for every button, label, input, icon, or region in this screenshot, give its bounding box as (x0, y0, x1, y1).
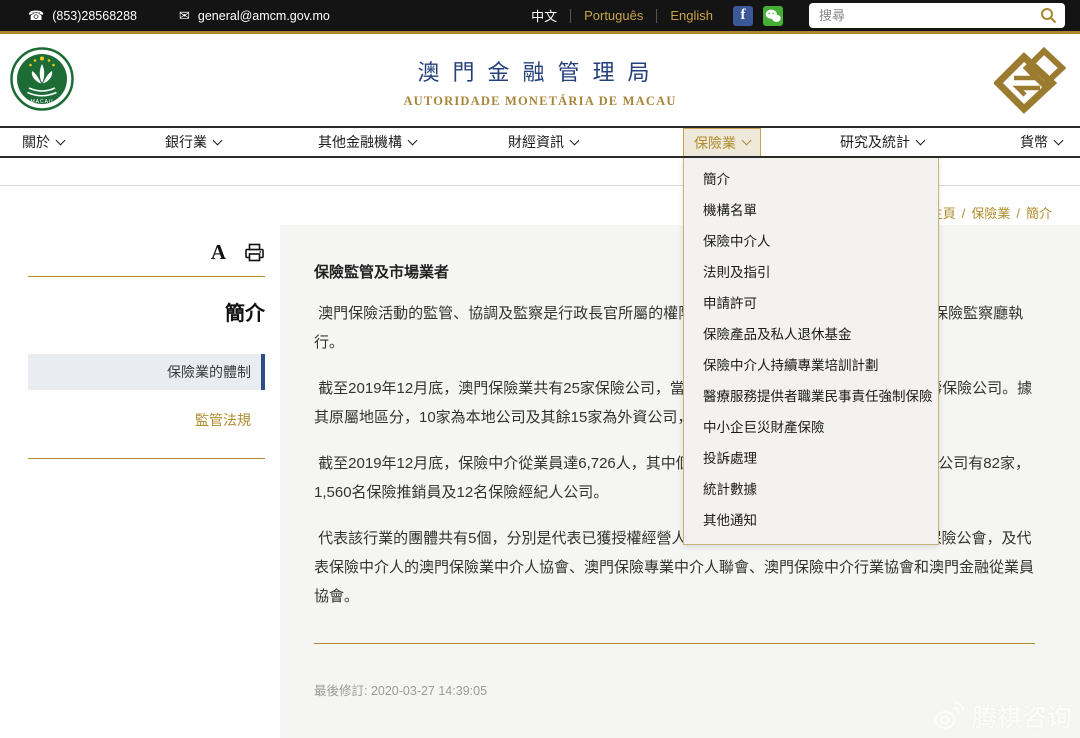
sidebar-divider-bottom (28, 458, 265, 459)
search-box (809, 3, 1065, 28)
wechat-icon[interactable] (763, 6, 783, 26)
nav-label: 關於 (22, 132, 50, 152)
nav-label: 貨幣 (1020, 132, 1048, 152)
dropdown-item-institution-list[interactable]: 機構名單 (684, 195, 938, 226)
email-address[interactable]: general@amcm.gov.mo (198, 9, 330, 23)
breadcrumb-insurance[interactable]: 保險業 (971, 206, 1010, 221)
top-utility-bar: ☎ (853)28568288 ✉ general@amcm.gov.mo 中文… (0, 0, 1080, 34)
search-input[interactable] (809, 8, 1040, 23)
chevron-down-icon (213, 135, 223, 145)
sidebar: A 簡介 保險業的體制 監管法規 (28, 238, 265, 459)
content-divider (314, 643, 1035, 644)
dropdown-item-cpd-program[interactable]: 保險中介人持續專業培訓計劃 (684, 350, 938, 381)
chevron-down-icon (742, 136, 752, 146)
chevron-down-icon (56, 135, 66, 145)
nav-item-other-financial-institutions[interactable]: 其他金融機構 (318, 128, 416, 156)
dropdown-item-rules-guidelines[interactable]: 法則及指引 (684, 257, 938, 288)
site-title-portuguese: AUTORIDADE MONETÁRIA DE MACAU (0, 94, 1080, 109)
chevron-down-icon (570, 135, 580, 145)
wechat-bubbles (765, 9, 781, 23)
site-titles: 澳門金融管理局 AUTORIDADE MONETÁRIA DE MACAU (0, 55, 1080, 109)
sidebar-item-regulations[interactable]: 監管法規 (28, 410, 265, 430)
nav-item-insurance[interactable]: 保險業 (683, 128, 761, 156)
lang-english[interactable]: English (670, 8, 713, 23)
dropdown-item-intermediaries[interactable]: 保險中介人 (684, 226, 938, 257)
breadcrumb-current: 簡介 (1026, 206, 1052, 221)
dropdown-item-complaints[interactable]: 投訴處理 (684, 443, 938, 474)
divider (656, 9, 657, 23)
nav-label: 財經資訊 (508, 132, 564, 152)
divider (570, 9, 571, 23)
nav-label: 銀行業 (165, 132, 207, 152)
lang-portuguese[interactable]: Português (584, 8, 643, 23)
dropdown-item-products-pension[interactable]: 保險產品及私人退休基金 (684, 319, 938, 350)
phone-contact: ☎ (853)28568288 (28, 9, 137, 23)
sidebar-section-title: 簡介 (28, 297, 265, 326)
dropdown-item-medical-liability-insurance[interactable]: 醫療服務提供者職業民事責任強制保險 (684, 381, 938, 412)
nav-item-about[interactable]: 關於 (22, 128, 64, 156)
phone-icon: ☎ (28, 9, 44, 22)
breadcrumb-separator: / (962, 206, 966, 221)
nav-label: 研究及統計 (840, 132, 910, 152)
dropdown-item-intro[interactable]: 簡介 (684, 164, 938, 195)
lang-chinese[interactable]: 中文 (531, 6, 557, 25)
dropdown-item-other-notices[interactable]: 其他通知 (684, 505, 938, 536)
page: ☎ (853)28568288 ✉ general@amcm.gov.mo 中文… (0, 0, 1080, 738)
watermark-text: 腾祺咨询 (972, 698, 1072, 734)
breadcrumb: 主頁/保險業/簡介 (930, 203, 1052, 222)
nav-item-currency[interactable]: 貨幣 (1020, 128, 1062, 156)
dropdown-item-sme-catastrophe-insurance[interactable]: 中小企巨災財產保險 (684, 412, 938, 443)
phone-number: (853)28568288 (52, 9, 137, 23)
nav-item-banking[interactable]: 銀行業 (165, 128, 221, 156)
site-header: MACAU 澳門金融管理局 AUTORIDADE MONETÁRIA DE MA… (0, 34, 1080, 126)
dropdown-item-application[interactable]: 申請許可 (684, 288, 938, 319)
sidebar-divider-top (28, 276, 265, 277)
watermark: 腾祺咨询 (933, 698, 1072, 734)
nav-item-financial-info[interactable]: 財經資訊 (508, 128, 578, 156)
chevron-down-icon (408, 135, 418, 145)
sidebar-item-insurance-system[interactable]: 保險業的體制 (28, 354, 265, 390)
nav-label: 保險業 (694, 133, 736, 153)
main-navigation: 關於 銀行業 其他金融機構 財經資訊 保險業 研究及統計 貨幣 (0, 126, 1080, 158)
page-tools: A (28, 238, 265, 266)
main-content: 保險監管及市場業者 澳門保險活動的監管、協調及監察是行政長官所屬的權限，此權限透… (280, 225, 1080, 738)
search-icon[interactable] (1040, 7, 1057, 24)
dropdown-item-statistics[interactable]: 統計數據 (684, 474, 938, 505)
insurance-dropdown-menu: 簡介 機構名單 保險中介人 法則及指引 申請許可 保險產品及私人退休基金 保險中… (683, 158, 939, 545)
site-title-chinese: 澳門金融管理局 (0, 55, 1080, 87)
last-modified-timestamp: 最後修訂: 2020-03-27 14:39:05 (314, 680, 1035, 699)
breadcrumb-separator: / (1016, 206, 1020, 221)
nav-item-research-statistics[interactable]: 研究及統計 (840, 128, 924, 156)
email-icon: ✉ (179, 9, 190, 22)
facebook-icon[interactable]: f (733, 6, 753, 26)
amcm-diamond-logo (994, 45, 1066, 120)
email-contact[interactable]: ✉ general@amcm.gov.mo (179, 9, 330, 23)
chevron-down-icon (916, 135, 926, 145)
topbar-right: 中文 Português English f (531, 3, 1080, 28)
weibo-icon (933, 701, 965, 731)
print-icon[interactable] (244, 243, 265, 262)
font-size-icon[interactable]: A (211, 242, 226, 263)
nav-label: 其他金融機構 (318, 132, 402, 152)
chevron-down-icon (1054, 135, 1064, 145)
